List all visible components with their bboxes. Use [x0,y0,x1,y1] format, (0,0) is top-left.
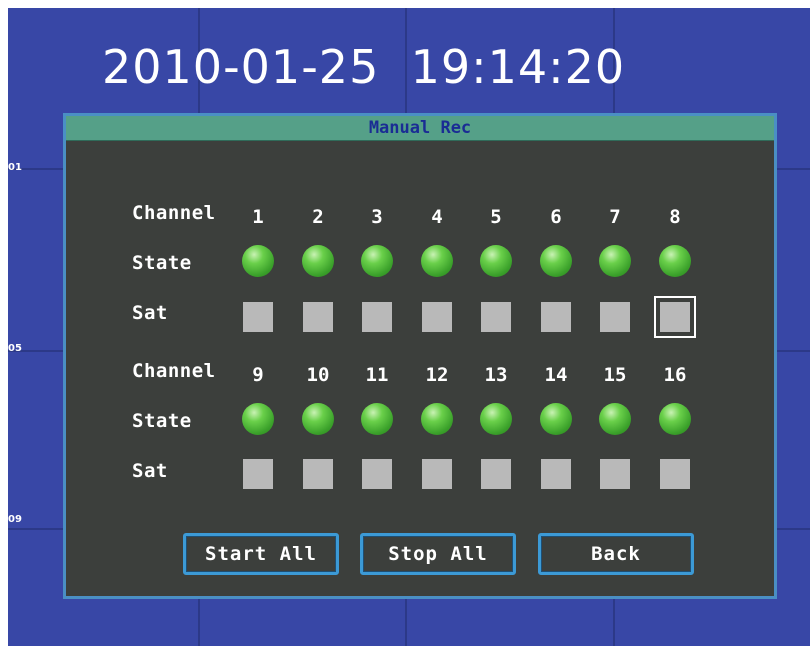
state-indicator-7 [599,245,631,277]
manual-rec-dialog: Manual Rec Channel State Sat 1 2 3 4 5 6… [63,113,777,599]
channel-number-4: 4 [431,206,443,228]
state-indicator-15 [599,403,631,435]
channel-number-7: 7 [609,206,621,228]
datetime-display: 2010-01-25 19:14:20 [102,40,626,94]
sat-toggle-2[interactable] [303,302,333,332]
start-all-button[interactable]: Start All [183,533,339,575]
channel-number-6: 6 [550,206,562,228]
state-indicator-5 [480,245,512,277]
dialog-title: Manual Rec [66,116,774,141]
sat-toggle-10[interactable] [303,459,333,489]
camera-label-09: 09 [8,514,22,525]
sat-toggle-13[interactable] [481,459,511,489]
channel-number-5: 5 [490,206,502,228]
channel-number-1: 1 [252,206,264,228]
state-indicator-14 [540,403,572,435]
state-indicator-1 [242,245,274,277]
sat-toggle-7[interactable] [600,302,630,332]
sat-toggle-11[interactable] [362,459,392,489]
sat-toggle-4[interactable] [422,302,452,332]
camera-label-01: 01 [8,162,22,173]
state-indicator-8 [659,245,691,277]
state-label: State [132,410,192,432]
sat-toggle-5[interactable] [481,302,511,332]
state-indicator-2 [302,245,334,277]
sat-toggle-16[interactable] [660,459,690,489]
stop-all-button[interactable]: Stop All [360,533,516,575]
channel-number-12: 12 [425,364,449,386]
state-indicator-4 [421,245,453,277]
sat-label: Sat [132,460,168,482]
sat-toggle-8[interactable] [654,296,696,338]
state-indicator-10 [302,403,334,435]
state-indicator-12 [421,403,453,435]
sat-label: Sat [132,302,168,324]
sat-toggle-15[interactable] [600,459,630,489]
camera-label-05: 05 [8,343,22,354]
state-indicator-13 [480,403,512,435]
channel-number-10: 10 [306,364,330,386]
sat-toggle-1[interactable] [243,302,273,332]
video-background: 01 05 09 2010-01-25 19:14:20 Manual Rec … [8,8,810,646]
sat-toggle-12[interactable] [422,459,452,489]
channel-number-14: 14 [544,364,568,386]
channel-number-3: 3 [371,206,383,228]
channel-number-16: 16 [663,364,687,386]
channel-label: Channel [132,202,216,224]
channel-number-15: 15 [603,364,627,386]
sat-toggle-6[interactable] [541,302,571,332]
channel-number-13: 13 [484,364,508,386]
channel-number-9: 9 [252,364,264,386]
channel-number-8: 8 [669,206,681,228]
channel-number-2: 2 [312,206,324,228]
channel-label: Channel [132,360,216,382]
state-indicator-9 [242,403,274,435]
channel-number-11: 11 [365,364,389,386]
state-indicator-3 [361,245,393,277]
state-indicator-16 [659,403,691,435]
sat-toggle-14[interactable] [541,459,571,489]
state-indicator-6 [540,245,572,277]
back-button[interactable]: Back [538,533,694,575]
sat-toggle-9[interactable] [243,459,273,489]
sat-toggle-3[interactable] [362,302,392,332]
state-label: State [132,252,192,274]
state-indicator-11 [361,403,393,435]
